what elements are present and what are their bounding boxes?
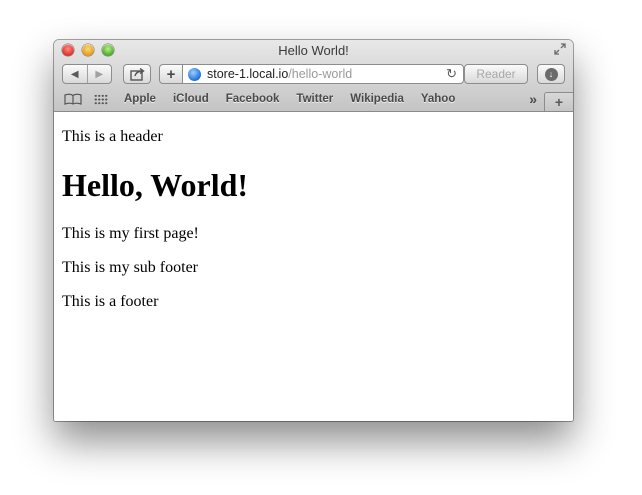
page-sub-footer-text: This is my sub footer (62, 259, 198, 276)
back-arrow-icon: ◀ (70, 68, 79, 80)
bookmark-icloud[interactable]: iCloud (173, 93, 209, 105)
new-tab-button[interactable]: + (544, 92, 573, 111)
bookmark-facebook[interactable]: Facebook (226, 93, 280, 105)
back-button[interactable]: ◀ (63, 65, 87, 83)
window-title: Hello World! (278, 43, 349, 58)
page-header-text: This is a header (62, 128, 163, 145)
bookmarks-overflow-icon[interactable]: » (529, 88, 537, 110)
page-footer-text: This is a footer (62, 293, 159, 310)
page-content: This is a header Hello, World! This is m… (54, 112, 573, 421)
top-sites-grid-icon[interactable] (94, 93, 108, 105)
url-path: /hello-world (288, 67, 353, 81)
downloads-button[interactable]: ↓ (537, 64, 565, 84)
bookmark-yahoo[interactable]: Yahoo (421, 93, 456, 105)
fullscreen-arrows-icon (554, 43, 566, 55)
add-bookmark-button[interactable]: + (159, 64, 183, 84)
bookmark-apple[interactable]: Apple (124, 93, 156, 105)
fullscreen-icon[interactable] (553, 43, 567, 57)
browser-chrome: Hello World! ◀ ▶ + store-1.local.io /hel… (54, 40, 573, 112)
open-book-icon (64, 93, 82, 105)
bookmark-wikipedia[interactable]: Wikipedia (350, 93, 404, 105)
download-icon: ↓ (544, 67, 558, 81)
address-bar[interactable]: store-1.local.io/hello-world ↻ (182, 64, 464, 84)
forward-arrow-icon: ▶ (95, 68, 104, 80)
page-body-text: This is my first page! (62, 225, 199, 242)
forward-button[interactable]: ▶ (88, 65, 112, 83)
share-button[interactable] (123, 64, 151, 84)
globe-icon (188, 67, 201, 81)
share-icon (129, 67, 145, 81)
reading-list-icon[interactable] (64, 93, 82, 105)
url-host: store-1.local.io (207, 67, 289, 81)
reload-icon[interactable]: ↻ (446, 66, 457, 82)
browser-window: Hello World! ◀ ▶ + store-1.local.io /hel… (54, 40, 573, 421)
bookmark-twitter[interactable]: Twitter (296, 93, 333, 105)
reader-button[interactable]: Reader (464, 64, 528, 84)
back-forward-group: ◀ ▶ (62, 64, 112, 84)
plus-icon: + (166, 65, 176, 83)
page-heading: Hello, World! (62, 167, 249, 203)
bookmarks-bar: Apple iCloud Facebook Twitter Wikipedia … (54, 88, 573, 111)
